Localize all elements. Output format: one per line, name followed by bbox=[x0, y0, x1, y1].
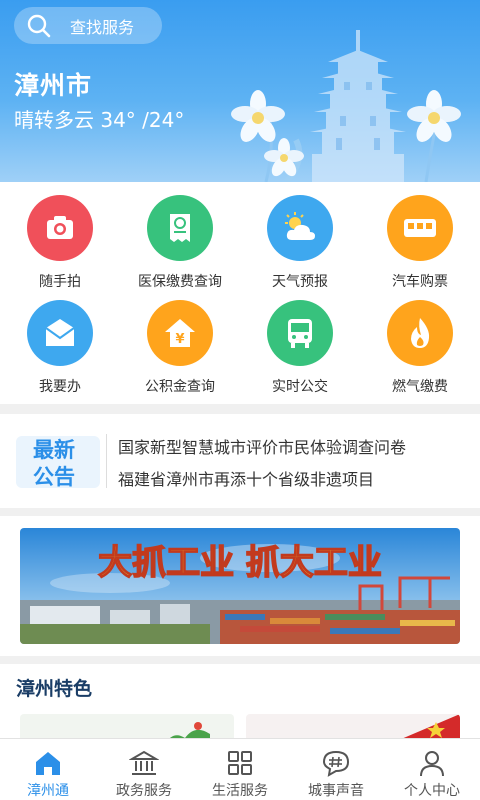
service-item-photo-report[interactable]: 随手拍 bbox=[0, 195, 120, 291]
bus-icon bbox=[267, 300, 333, 366]
service-label: 随手拍 bbox=[39, 274, 81, 290]
announcement-panel: 最新 公告 国家新型智慧城市评价市民体验调查问卷 福建省漳州市再添十个省级非遗项… bbox=[0, 414, 480, 508]
grid-apps-icon bbox=[228, 751, 252, 775]
tab-government-services[interactable]: 政务服务 bbox=[96, 739, 192, 800]
home-icon bbox=[36, 752, 60, 775]
service-item-weather[interactable]: 天气预报 bbox=[240, 195, 360, 291]
tab-label: 生活服务 bbox=[212, 783, 268, 799]
hashtag-bubble-icon bbox=[322, 750, 350, 777]
app-screen: 查找服务 漳州市 晴转多云 34° /24° 随手拍 医保缴费查询 天气预报 汽… bbox=[0, 0, 480, 800]
government-building-icon bbox=[129, 750, 159, 775]
weather-icon bbox=[267, 195, 333, 261]
service-grid: 随手拍 医保缴费查询 天气预报 汽车购票 我要办 ¥ 公积金查询 实时公交 燃气… bbox=[0, 182, 480, 404]
service-label: 公积金查询 bbox=[145, 379, 215, 395]
banner-section: 大抓工业 抓大工业 bbox=[0, 516, 480, 656]
latest-notice-badge: 最新 公告 bbox=[16, 436, 100, 489]
tab-label: 漳州通 bbox=[27, 783, 69, 799]
tab-label: 城事声音 bbox=[308, 783, 364, 799]
search-bar[interactable]: 查找服务 bbox=[14, 7, 162, 44]
tab-personal-center[interactable]: 个人中心 bbox=[384, 739, 480, 800]
tab-label: 个人中心 bbox=[404, 783, 460, 799]
flame-icon bbox=[387, 300, 453, 366]
svg-text:¥: ¥ bbox=[175, 332, 184, 347]
feature-section: 漳州特色 bbox=[0, 664, 480, 744]
service-item-medical-insurance[interactable]: 医保缴费查询 bbox=[120, 195, 240, 291]
service-label: 我要办 bbox=[39, 379, 81, 395]
service-label: 医保缴费查询 bbox=[138, 274, 222, 290]
notice-item[interactable]: 国家新型智慧城市评价市民体验调查问卷 bbox=[118, 434, 406, 458]
city-name: 漳州市 bbox=[14, 71, 93, 100]
pagoda-flower-illustration bbox=[231, 30, 461, 182]
header-banner: 查找服务 漳州市 晴转多云 34° /24° bbox=[0, 0, 480, 182]
divider bbox=[106, 434, 107, 488]
service-item-apply[interactable]: 我要办 bbox=[0, 300, 120, 396]
search-icon bbox=[27, 14, 51, 37]
section-title: 漳州特色 bbox=[16, 678, 93, 700]
service-label: 实时公交 bbox=[272, 379, 328, 395]
service-label: 燃气缴费 bbox=[392, 379, 448, 395]
tab-label: 政务服务 bbox=[116, 783, 172, 799]
service-label: 天气预报 bbox=[272, 274, 328, 290]
notice-item[interactable]: 福建省漳州市再添十个省级非遗项目 bbox=[118, 466, 374, 490]
house-yen-icon: ¥ bbox=[147, 300, 213, 366]
service-item-realtime-bus[interactable]: 实时公交 bbox=[240, 300, 360, 396]
person-icon bbox=[420, 751, 444, 777]
receipt-icon bbox=[147, 195, 213, 261]
industry-promo-banner[interactable]: 大抓工业 抓大工业 bbox=[20, 528, 460, 644]
service-item-bus-ticket[interactable]: 汽车购票 bbox=[360, 195, 480, 291]
weather-summary: 晴转多云 34° /24° bbox=[14, 108, 185, 132]
bus-ticket-icon bbox=[387, 195, 453, 261]
service-label: 汽车购票 bbox=[392, 274, 448, 290]
service-item-housing-fund[interactable]: ¥ 公积金查询 bbox=[120, 300, 240, 396]
search-placeholder: 查找服务 bbox=[70, 17, 135, 37]
mail-icon bbox=[27, 300, 93, 366]
camera-icon bbox=[27, 195, 93, 261]
notice-badge-line2: 公告 bbox=[33, 465, 75, 489]
service-item-gas-payment[interactable]: 燃气缴费 bbox=[360, 300, 480, 396]
tab-city-voice[interactable]: 城事声音 bbox=[288, 739, 384, 800]
notice-badge-line1: 最新 bbox=[33, 438, 75, 462]
tab-home[interactable]: 漳州通 bbox=[0, 739, 96, 800]
banner-slogan: 大抓工业 抓大工业 bbox=[98, 543, 382, 583]
tab-life-services[interactable]: 生活服务 bbox=[192, 739, 288, 800]
bottom-tab-bar: 漳州通 政务服务 生活服务 城事声音 个人中心 bbox=[0, 738, 480, 800]
